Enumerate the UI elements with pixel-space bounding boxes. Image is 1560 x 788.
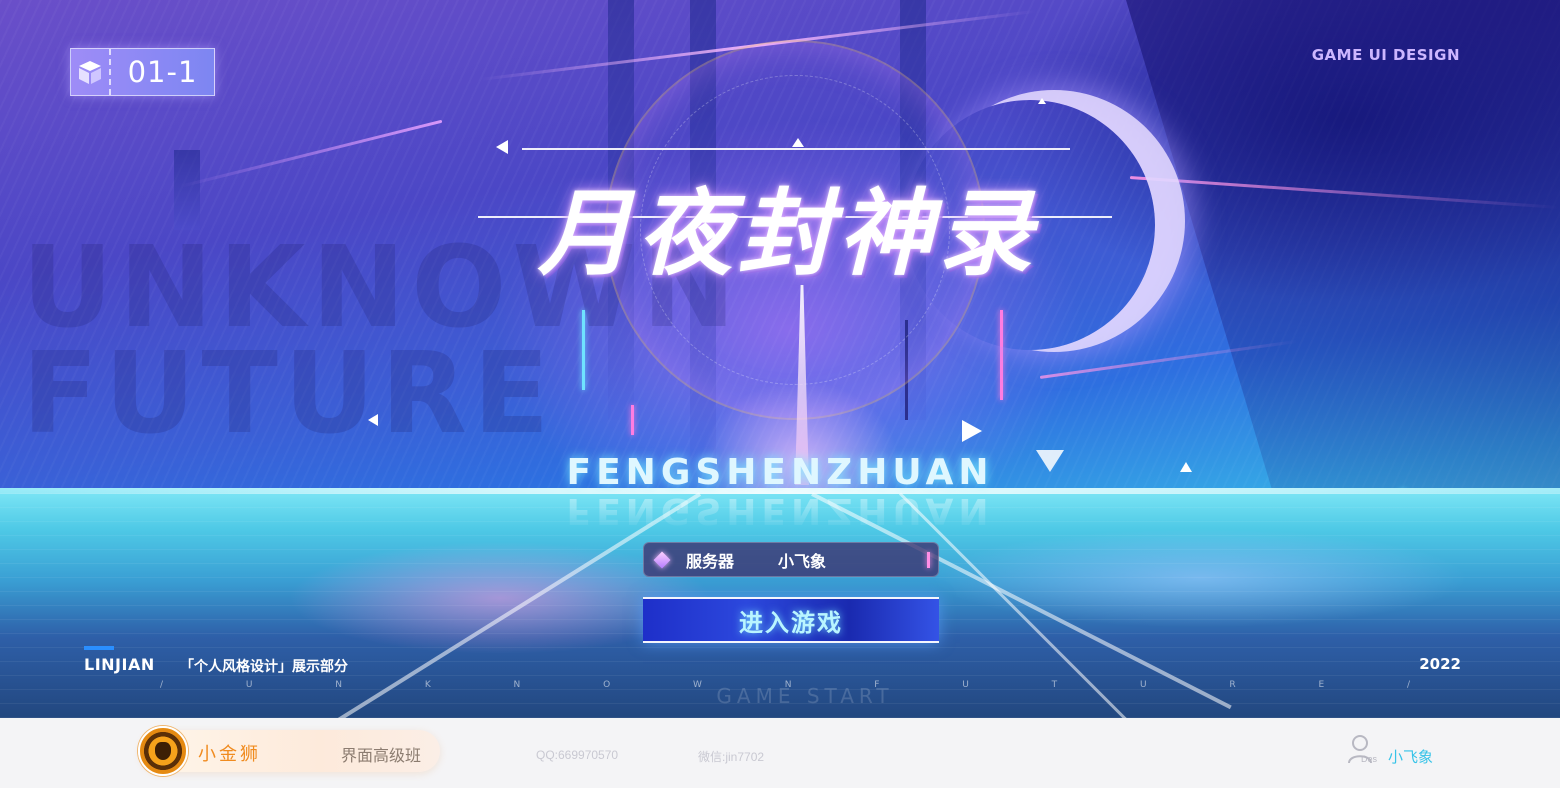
- spaced-letter: N: [335, 680, 342, 690]
- title-pinyin-reflection: FENGSHENZHUAN: [566, 490, 994, 531]
- game-scene: UNKNOWN FUTURE 01-1 GAME UI DESIGN 月夜封神录…: [0, 0, 1560, 718]
- triangle-decor: [496, 140, 508, 154]
- triangle-decor: [1036, 450, 1064, 472]
- user-sub-label: Des: [1361, 754, 1378, 764]
- triangle-decor: [1038, 98, 1046, 104]
- title-pinyin: FENGSHENZHUAN: [566, 452, 994, 493]
- server-value: 小飞象: [778, 553, 827, 571]
- diamond-icon: [653, 551, 671, 568]
- server-caret: [927, 552, 930, 568]
- lion-logo-icon: [138, 726, 188, 776]
- server-selector[interactable]: 服务器 小飞象: [643, 542, 939, 577]
- triangle-decor: [962, 420, 982, 442]
- author-name: 小飞象: [1388, 748, 1434, 766]
- level-number: 01-1: [127, 55, 198, 89]
- spaced-letter: N: [513, 680, 521, 690]
- cube-icon: [71, 49, 111, 95]
- author-tag: LINJIAN: [84, 655, 155, 674]
- triangle-decor: [368, 414, 378, 426]
- qq-contact: QQ:669970570: [536, 748, 619, 762]
- triangle-decor: [1180, 462, 1192, 472]
- footer-bar: 小金狮 界面高级班 QQ:669970570 微信:jin7702 Des 小飞…: [0, 718, 1560, 788]
- spaced-letter: O: [603, 680, 611, 690]
- game-ui-design-label: GAME UI DESIGN: [1311, 46, 1460, 64]
- spaced-letter: T: [1051, 680, 1058, 690]
- course-name: 界面高级班: [341, 746, 422, 765]
- spaced-letter: R: [1229, 680, 1236, 690]
- spaced-letter: E: [1318, 680, 1325, 690]
- style-caption: 「个人风格设计」展示部分: [180, 659, 348, 675]
- glow-line: [631, 405, 634, 435]
- game-title: 月夜封神录: [537, 179, 1038, 289]
- spaced-letter: K: [424, 680, 431, 690]
- pillar: [174, 150, 200, 230]
- spaced-letter: /: [160, 680, 164, 690]
- spaced-letter: U: [962, 680, 969, 690]
- triangle-decor: [792, 138, 804, 147]
- enter-game-button[interactable]: 进入游戏: [643, 597, 939, 643]
- background-word-future: FUTURE: [22, 329, 556, 459]
- year-label: 2022: [1419, 655, 1461, 673]
- spaced-letter: U: [245, 680, 253, 690]
- title-rule-top: [522, 148, 1070, 150]
- level-badge: 01-1: [70, 48, 215, 96]
- spaced-letter: U: [1139, 680, 1147, 690]
- glow-line: [582, 310, 585, 390]
- spaced-letter: /: [1406, 680, 1410, 690]
- accent-dash: [84, 646, 114, 650]
- server-label: 服务器: [686, 553, 735, 571]
- brand-name: 小金狮: [198, 744, 261, 765]
- wechat-contact: 微信:jin7702: [698, 750, 765, 764]
- game-start-watermark: GAME START: [716, 684, 894, 708]
